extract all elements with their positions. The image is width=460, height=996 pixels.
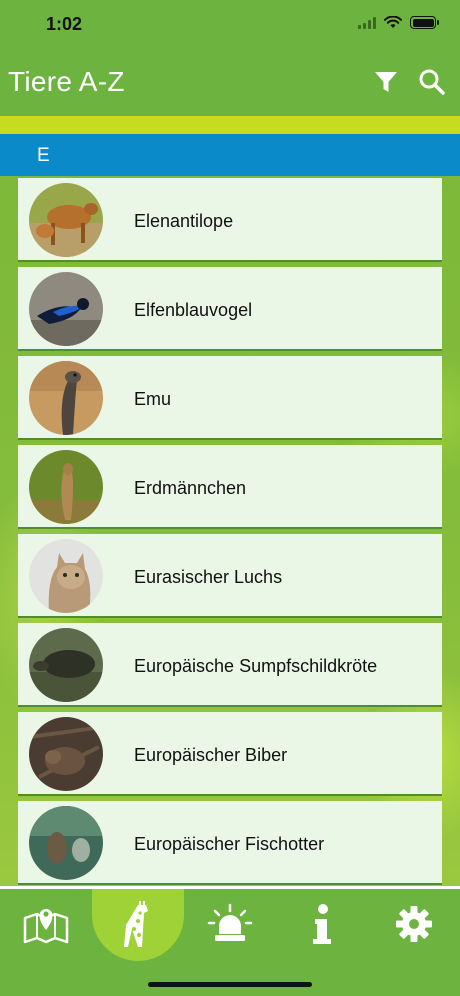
animal-name: Europäische Sumpfschildkröte — [134, 656, 378, 676]
animal-list: Elenantilope Elfenblauvogel Emu Erdmännc… — [18, 178, 442, 890]
list-item-elenantilope[interactable]: Elenantilope — [18, 178, 442, 262]
tab-alarm[interactable] — [184, 889, 276, 959]
list-item-europaeischer-fischotter[interactable]: Europäischer Fischotter — [18, 801, 442, 885]
cellular-signal-icon — [358, 16, 376, 29]
animal-name: Eurasischer Luchs — [134, 567, 283, 587]
gear-icon — [396, 906, 432, 942]
tab-info[interactable] — [276, 889, 368, 959]
erdmaennchen-photo — [29, 450, 103, 524]
fischotter-photo — [29, 806, 103, 880]
list-item-erdmaennchen[interactable]: Erdmännchen — [18, 445, 442, 529]
app-header: Tiere A-Z — [0, 50, 460, 124]
status-icons — [358, 16, 439, 29]
elenantilope-photo — [29, 183, 103, 257]
biber-photo — [29, 717, 103, 791]
section-header: E — [0, 134, 460, 176]
animal-name: Emu — [134, 389, 172, 409]
filter-button[interactable] — [368, 64, 404, 100]
giraffe-icon — [124, 901, 148, 947]
search-icon — [419, 69, 445, 95]
tab-map[interactable] — [0, 889, 92, 959]
list-item-europaeischer-biber[interactable]: Europäischer Biber — [18, 712, 442, 796]
sumpfschildkroete-photo — [29, 628, 103, 702]
status-time: 1:02 — [46, 14, 83, 34]
map-pin-icon — [23, 909, 69, 944]
search-button[interactable] — [414, 64, 450, 100]
status-bar: 1:02 — [0, 0, 460, 50]
list-item-eurasischer-luchs[interactable]: Eurasischer Luchs — [18, 534, 442, 618]
list-item-emu[interactable]: Emu — [18, 356, 442, 440]
page-title: Tiere A-Z — [8, 66, 125, 97]
tab-animals[interactable] — [92, 889, 184, 961]
info-icon — [313, 904, 331, 944]
section-letter: E — [37, 145, 50, 166]
list-item-europaeische-sumpfschildkroete[interactable]: Europäische Sumpfschildkröte — [18, 623, 442, 707]
animal-name: Europäischer Biber — [134, 745, 288, 765]
battery-icon — [410, 16, 439, 29]
tab-bar — [0, 886, 460, 996]
wifi-icon — [384, 16, 402, 28]
tab-settings[interactable] — [368, 889, 460, 959]
filter-icon — [375, 72, 397, 92]
elfenblauvogel-photo — [29, 272, 103, 346]
alarm-icon — [207, 903, 253, 941]
luchs-photo — [29, 539, 103, 613]
animal-name: Elenantilope — [134, 211, 234, 231]
animal-name: Elfenblauvogel — [134, 300, 253, 320]
list-item-elfenblauvogel[interactable]: Elfenblauvogel — [18, 267, 442, 351]
home-indicator[interactable] — [148, 982, 312, 987]
animal-name: Europäischer Fischotter — [134, 834, 325, 854]
animal-name: Erdmännchen — [134, 478, 247, 498]
emu-photo — [29, 361, 103, 435]
